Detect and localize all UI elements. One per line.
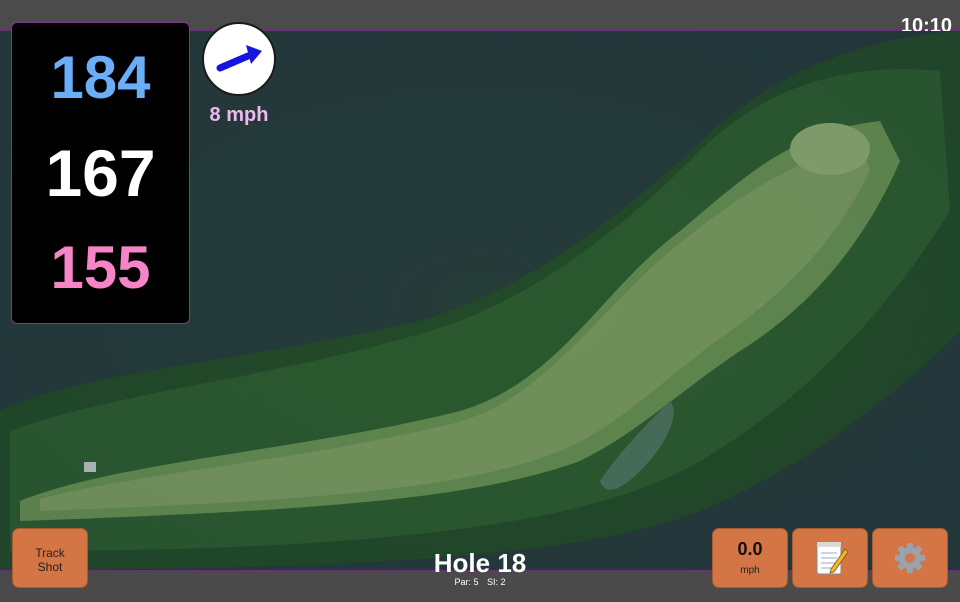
track-shot-label-line1: Track: [35, 546, 65, 560]
back-distance: 184: [50, 44, 151, 111]
hole-par: Par: 5: [454, 577, 479, 587]
wind-arrow-icon: [216, 45, 262, 72]
hole-stroke-index: SI: 2: [487, 577, 506, 587]
notepad-icon: [816, 542, 849, 575]
wind-speed: 8 mph: [209, 104, 269, 126]
gear-icon: [895, 543, 925, 573]
center-distance: 167: [45, 136, 156, 210]
front-distance: 155: [50, 234, 151, 301]
settings-button[interactable]: [872, 528, 948, 588]
distance-panel: 184 167 155: [11, 22, 190, 324]
track-shot-button[interactable]: Track Shot: [12, 528, 88, 588]
wind-button-unit: mph: [740, 565, 760, 576]
notes-button[interactable]: [792, 528, 868, 588]
wind-indicator: [202, 22, 276, 96]
hole-info: Par: 5 SI: 2: [380, 577, 580, 587]
wind-button-value: 0.0: [737, 539, 763, 559]
wind-speed-button[interactable]: 0.0 mph: [712, 528, 788, 588]
track-shot-label-line2: Shot: [37, 560, 63, 574]
hole-title: Hole 18: [433, 548, 527, 578]
